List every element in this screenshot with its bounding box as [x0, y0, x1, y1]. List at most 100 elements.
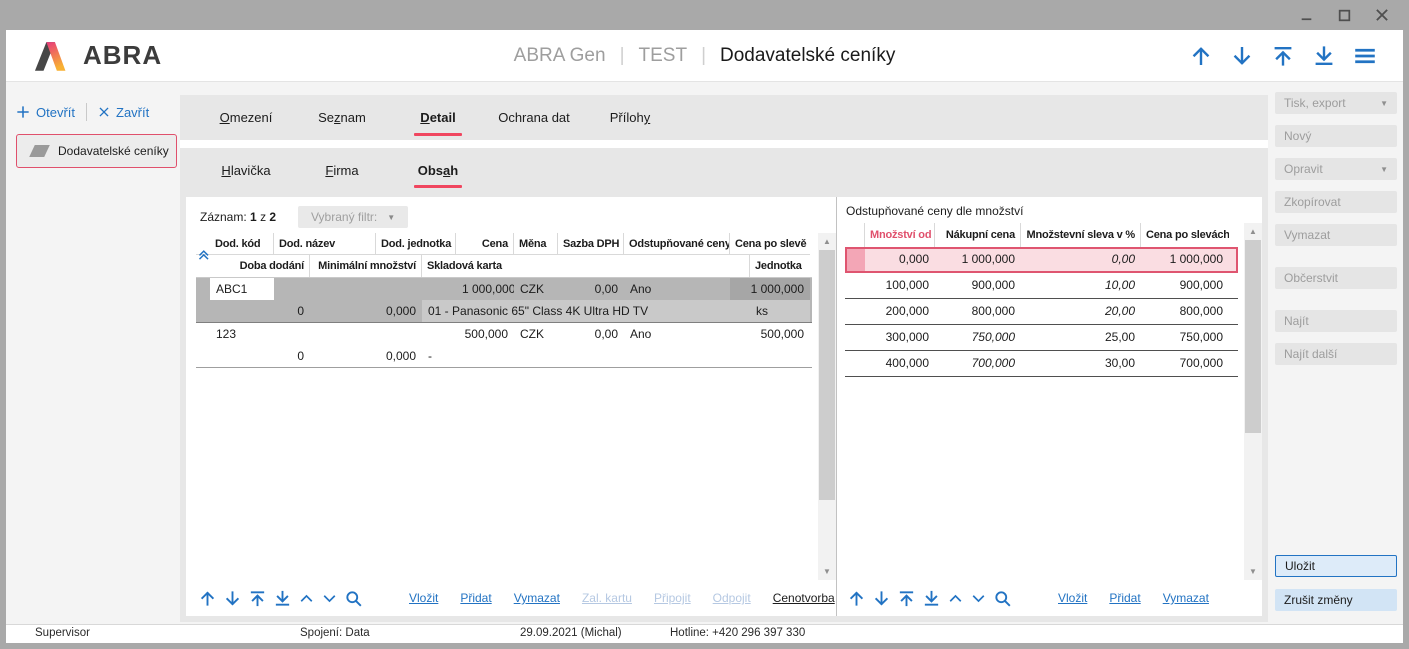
column-header-sleva[interactable]: Množstevní sleva v % [1021, 223, 1141, 247]
ulozit-button[interactable]: Uložit [1275, 555, 1397, 577]
cell-sleva: 30,00 [1021, 351, 1141, 376]
cell-doba_dodani: 0 [210, 300, 310, 322]
navigate-up-icon [1189, 44, 1213, 68]
column-header-odstupnovane_ceny[interactable]: Odstupňované ceny [624, 233, 730, 255]
navigate-up-button[interactable] [1189, 44, 1213, 68]
table-row[interactable]: 400,000700,00030,00700,000 [845, 351, 1238, 377]
status-bar: Supervisor Spojení: Data 29.09.2021 (Mic… [6, 624, 1403, 643]
scroll-down-button[interactable]: ▼ [818, 563, 836, 580]
column-header-dod_kod[interactable]: Dod. kód [210, 233, 274, 255]
tab-separator-strip [180, 140, 1268, 148]
breadcrumb-app: ABRA Gen [514, 45, 606, 67]
status-hotline: Hotline: +420 296 397 330 [670, 627, 805, 639]
open-button[interactable]: Otevřít [16, 105, 75, 120]
content-toolbar-move-last-button[interactable] [273, 589, 292, 608]
column-header-cena_po_sleve[interactable]: Cena po slevě [730, 233, 810, 255]
button-label: Zkopírovat [1284, 195, 1341, 209]
tier-toolbar-move-down-button[interactable] [872, 589, 891, 608]
content-toolbar-link-cenotvorba[interactable]: Cenotvorba [773, 591, 835, 605]
abra-logo-icon [34, 39, 74, 72]
menu-button[interactable] [1353, 44, 1377, 68]
table-row[interactable]: 100,000900,00010,00900,000 [845, 273, 1238, 299]
main-panel: OmezeníSeznamDetailOchrana dat Přílohy Hl… [180, 95, 1268, 622]
content-toolbar-move-down-button[interactable] [223, 589, 242, 608]
cell-sleva: 10,00 [1021, 273, 1141, 298]
column-header-skladova_karta[interactable]: Skladová karta [422, 255, 750, 277]
table-row[interactable]: 300,000750,00025,00750,000 [845, 325, 1238, 351]
tab-obsah[interactable]: Obsah [390, 148, 486, 192]
content-toolbar-step-up-button[interactable] [298, 590, 315, 607]
tier-toolbar-step-down-button[interactable] [970, 590, 987, 607]
column-header-nakupni_cena[interactable]: Nákupní cena [935, 223, 1021, 247]
column-header-mnozstvi_od[interactable]: Množství od [865, 223, 935, 247]
content-toolbar-link-vlozit[interactable]: Vložit [409, 591, 438, 605]
sidebar-item-dodavatelske-ceniky[interactable]: Dodavatelské ceníky [16, 134, 177, 168]
content-toolbar-move-first-button[interactable] [248, 589, 267, 608]
najit-button: Najít [1275, 310, 1397, 332]
selected-filter-dropdown[interactable]: Vybraný filtr: ▼ [298, 206, 408, 228]
tier-toolbar-search-button[interactable] [993, 589, 1012, 608]
tab-detail[interactable]: Detail [390, 95, 486, 140]
content-toolbar-link-pridat[interactable]: Přidat [460, 591, 491, 605]
content-toolbar-link-odpojit: Odpojit [713, 591, 751, 605]
column-header-mena[interactable]: Měna [514, 233, 558, 255]
tier-toolbar-move-up-button[interactable] [847, 589, 866, 608]
button-label: Uložit [1285, 559, 1315, 573]
cell-dod_kod[interactable]: ABC1 [210, 278, 274, 300]
column-header-dod_jednotka[interactable]: Dod. jednotka [376, 233, 456, 255]
navigate-last-button[interactable] [1312, 44, 1336, 68]
cell-cena_po_sleve: 1 000,000 [730, 278, 810, 300]
tab-omezeni[interactable]: Omezení [198, 95, 294, 140]
cell-minimalni_mnozstvi: 0,000 [310, 345, 422, 367]
tier-toolbar-link-pridat[interactable]: Přidat [1109, 591, 1140, 605]
cell-sazba_dph: 0,00 [558, 323, 624, 345]
column-header-doba_dodani[interactable]: Doba dodání [210, 255, 310, 277]
tab-hlavicka[interactable]: Hlavička [198, 148, 294, 192]
table-row[interactable]: 0,0001 000,0000,001 000,000 [845, 247, 1238, 273]
column-header-minimalni_mnozstvi[interactable]: Minimální množství [310, 255, 422, 277]
content-table-toolbar: VložitPřidatVymazatZal. kartuPřipojitOdp… [196, 580, 836, 616]
tab-seznam[interactable]: Seznam [294, 95, 390, 140]
column-header-sazba_dph[interactable]: Sazba DPH [558, 233, 624, 255]
cell-odstupnovane_ceny: Ano [624, 278, 730, 300]
content-toolbar-link-vymazat[interactable]: Vymazat [514, 591, 560, 605]
scroll-up-button[interactable]: ▲ [818, 233, 836, 250]
tier-toolbar-link-vlozit[interactable]: Vložit [1058, 591, 1087, 605]
content-toolbar-step-down-button[interactable] [321, 590, 338, 607]
tier-toolbar-link-vymazat[interactable]: Vymazat [1163, 591, 1209, 605]
column-header-jednotka[interactable]: Jednotka [750, 255, 810, 277]
column-header-cena_po_slevach[interactable]: Cena po slevách [1141, 223, 1229, 247]
navigate-down-button[interactable] [1230, 44, 1254, 68]
scrollbar-thumb[interactable] [1245, 240, 1261, 433]
minimize-icon [1299, 8, 1314, 23]
tier-toolbar-move-first-button[interactable] [897, 589, 916, 608]
navigate-first-button[interactable] [1271, 44, 1295, 68]
double-chevron-up-icon [197, 247, 212, 262]
content-toolbar-search-button[interactable] [344, 589, 363, 608]
button-label: Zrušit změny [1284, 593, 1353, 607]
row-indicator-cell [845, 273, 865, 298]
window-maximize-button[interactable] [1333, 4, 1355, 26]
scrollbar-thumb[interactable] [819, 250, 835, 500]
column-header-dod_nazev[interactable]: Dod. název [274, 233, 376, 255]
cell-mnozstvi_od: 100,000 [865, 273, 935, 298]
close-tab-button[interactable]: Zavřít [98, 105, 149, 120]
zrusit-zmeny-button[interactable]: Zrušit změny [1275, 589, 1397, 611]
tab-firma[interactable]: Firma [294, 148, 390, 192]
column-header-cena[interactable]: Cena [456, 233, 514, 255]
tab-ochrana-dat[interactable]: Ochrana dat [486, 95, 582, 140]
content-toolbar-move-up-button[interactable] [198, 589, 217, 608]
table-row[interactable]: ABC11 000,000CZK0,00Ano1 000,00000,00001… [196, 278, 812, 323]
scroll-up-button[interactable]: ▲ [1244, 223, 1262, 240]
scroll-down-button[interactable]: ▼ [1244, 563, 1262, 580]
tier-toolbar-move-last-button[interactable] [922, 589, 941, 608]
table-row[interactable]: 200,000800,00020,00800,000 [845, 299, 1238, 325]
window-close-button[interactable] [1371, 4, 1393, 26]
collapse-columns-button[interactable] [197, 247, 212, 262]
tier-toolbar-step-up-button[interactable] [947, 590, 964, 607]
window-minimize-button[interactable] [1295, 4, 1317, 26]
table-row[interactable]: 123500,000CZK0,00Ano500,00000,000- [196, 323, 812, 368]
tab-prilohy[interactable]: Přílohy [582, 95, 678, 140]
tab-label: Přílohy [610, 110, 650, 125]
cell-cena_po_slevach: 750,000 [1141, 325, 1229, 350]
